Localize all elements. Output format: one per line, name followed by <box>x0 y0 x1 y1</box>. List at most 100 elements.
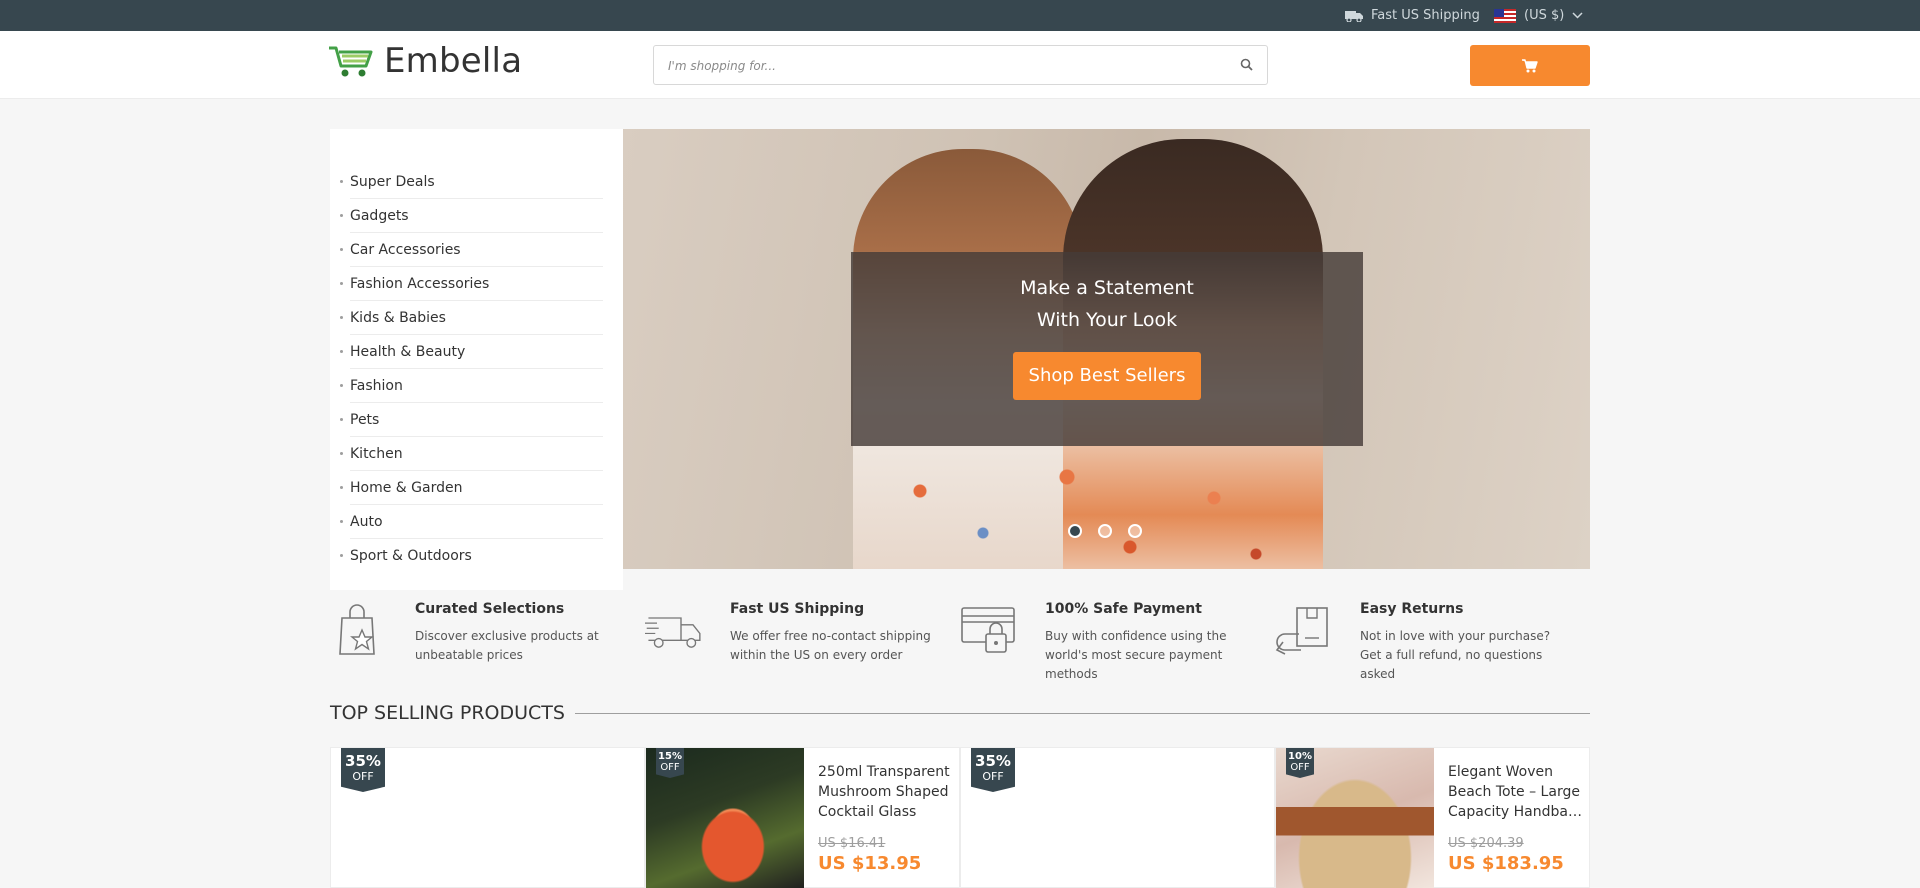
return-box-icon <box>1275 607 1328 655</box>
feature-title: Easy Returns <box>1360 601 1464 617</box>
feature-strip: Curated Selections Discover exclusive pr… <box>330 596 1590 681</box>
category-item-health-beauty[interactable]: Health & Beauty <box>340 335 603 369</box>
shopping-bag-star-icon <box>339 604 375 655</box>
carousel-dots <box>1068 524 1142 538</box>
category-item-super-deals[interactable]: Super Deals <box>340 165 603 199</box>
category-label: Kitchen <box>350 446 403 462</box>
hero-headline-line1: Make a Statement <box>1020 277 1194 299</box>
product-title[interactable]: Elegant Woven Beach Tote – Large Capacit… <box>1448 762 1583 822</box>
fast-shipping-label: Fast US Shipping <box>1371 8 1480 23</box>
bullet-icon <box>340 554 343 557</box>
top-bar: Fast US Shipping (US $) <box>0 0 1920 31</box>
category-item-fashion[interactable]: Fashion <box>340 369 603 403</box>
category-label: Car Accessories <box>350 242 461 258</box>
category-label: Fashion <box>350 378 403 394</box>
category-item-kids-babies[interactable]: Kids & Babies <box>340 301 603 335</box>
product-card[interactable]: 15% OFF 250ml Transparent Mushroom Shape… <box>645 747 960 888</box>
feature-description: We offer free no-contact shipping within… <box>730 629 931 662</box>
search-bar <box>653 45 1268 85</box>
product-card[interactable]: 35% OFF <box>960 747 1275 888</box>
product-info: 250ml Transparent Mushroom Shaped Cockta… <box>818 762 953 874</box>
discount-badge: 35% OFF <box>971 748 1015 792</box>
us-flag-icon <box>1494 8 1516 23</box>
currency-label: (US $) <box>1524 8 1565 23</box>
category-label: Pets <box>350 412 380 428</box>
bullet-icon <box>340 384 343 387</box>
shop-best-sellers-button[interactable]: Shop Best Sellers <box>1012 352 1202 400</box>
category-label: Kids & Babies <box>350 310 446 326</box>
bullet-icon <box>340 248 343 251</box>
category-label: Gadgets <box>350 208 409 224</box>
discount-percent: 35% <box>975 752 1011 770</box>
feature-title: Curated Selections <box>415 601 565 617</box>
category-item-sport-outdoors[interactable]: Sport & Outdoors <box>340 539 603 573</box>
product-grid: 35% OFF 15% OFF 250ml Transparent Mushro… <box>330 747 1590 888</box>
bullet-icon <box>340 520 343 523</box>
discount-off-label: OFF <box>660 762 680 773</box>
site-logo[interactable]: Embella <box>328 41 522 81</box>
section-divider <box>574 712 1590 714</box>
discount-off-label: OFF <box>352 770 374 783</box>
category-label: Auto <box>350 514 383 530</box>
category-item-fashion-accessories[interactable]: Fashion Accessories <box>340 267 603 301</box>
product-card[interactable]: 35% OFF <box>330 747 645 888</box>
hero-headline-line2: With Your Look <box>1036 309 1178 331</box>
feature-title: 100% Safe Payment <box>1045 601 1202 617</box>
bullet-icon <box>340 350 343 353</box>
discount-percent: 35% <box>345 752 381 770</box>
category-item-auto[interactable]: Auto <box>340 505 603 539</box>
hero-banner[interactable]: Make a Statement With Your Look Shop Bes… <box>623 129 1590 569</box>
carousel-dot-2[interactable] <box>1098 524 1112 538</box>
hero-overlay: Make a Statement With Your Look Shop Bes… <box>851 252 1363 446</box>
chevron-down-icon <box>1572 12 1583 19</box>
discount-badge: 10% OFF <box>1286 748 1314 778</box>
category-item-car-accessories[interactable]: Car Accessories <box>340 233 603 267</box>
carousel-dot-3[interactable] <box>1128 524 1142 538</box>
product-card[interactable]: 10% OFF Elegant Woven Beach Tote – Large… <box>1275 747 1590 888</box>
product-title[interactable]: 250ml Transparent Mushroom Shaped Cockta… <box>818 762 953 822</box>
discount-off-label: OFF <box>1290 762 1310 773</box>
bullet-icon <box>340 214 343 217</box>
cart-icon <box>1522 58 1538 72</box>
category-item-kitchen[interactable]: Kitchen <box>340 437 603 471</box>
feature-description: Discover exclusive products at unbeatabl… <box>415 629 599 662</box>
search-input[interactable] <box>668 55 1208 77</box>
category-label: Sport & Outdoors <box>350 548 472 564</box>
search-icon[interactable] <box>1240 58 1253 71</box>
category-sidebar: Super Deals Gadgets Car Accessories Fash… <box>330 129 623 590</box>
category-label: Super Deals <box>350 174 435 190</box>
truck-icon <box>1345 10 1363 22</box>
product-price: US $183.95 <box>1448 853 1564 874</box>
discount-off-label: OFF <box>982 770 1004 783</box>
feature-description: Buy with confidence using the world's mo… <box>1045 629 1227 681</box>
discount-badge: 35% OFF <box>341 748 385 792</box>
feature-title: Fast US Shipping <box>730 601 865 617</box>
category-list: Super Deals Gadgets Car Accessories Fash… <box>330 129 623 573</box>
category-label: Health & Beauty <box>350 344 466 360</box>
product-old-price: US $204.39 <box>1448 836 1524 851</box>
category-item-home-garden[interactable]: Home & Garden <box>340 471 603 505</box>
bullet-icon <box>340 418 343 421</box>
shopping-cart-logo-icon <box>329 46 373 77</box>
category-item-pets[interactable]: Pets <box>340 403 603 437</box>
bullet-icon <box>340 180 343 183</box>
product-price: US $13.95 <box>818 853 922 874</box>
feature-description: Not in love with your purchase? Get a fu… <box>1360 629 1551 681</box>
currency-selector[interactable]: (US $) <box>1494 8 1583 23</box>
category-label: Home & Garden <box>350 480 463 496</box>
cart-button[interactable] <box>1470 45 1590 86</box>
product-old-price: US $16.41 <box>818 836 886 851</box>
logo-text: Embella <box>384 41 523 81</box>
section-title: TOP SELLING PRODUCTS <box>330 702 565 724</box>
discount-badge: 15% OFF <box>656 748 684 778</box>
product-info: Elegant Woven Beach Tote – Large Capacit… <box>1448 762 1583 874</box>
bullet-icon <box>340 452 343 455</box>
category-item-gadgets[interactable]: Gadgets <box>340 199 603 233</box>
site-header: Embella <box>0 31 1920 99</box>
category-label: Fashion Accessories <box>350 276 490 292</box>
bullet-icon <box>340 316 343 319</box>
fast-shipping-notice[interactable]: Fast US Shipping <box>1345 8 1480 23</box>
carousel-dot-1[interactable] <box>1068 524 1082 538</box>
secure-card-lock-icon <box>961 607 1015 653</box>
top-selling-header: TOP SELLING PRODUCTS <box>330 700 1590 726</box>
